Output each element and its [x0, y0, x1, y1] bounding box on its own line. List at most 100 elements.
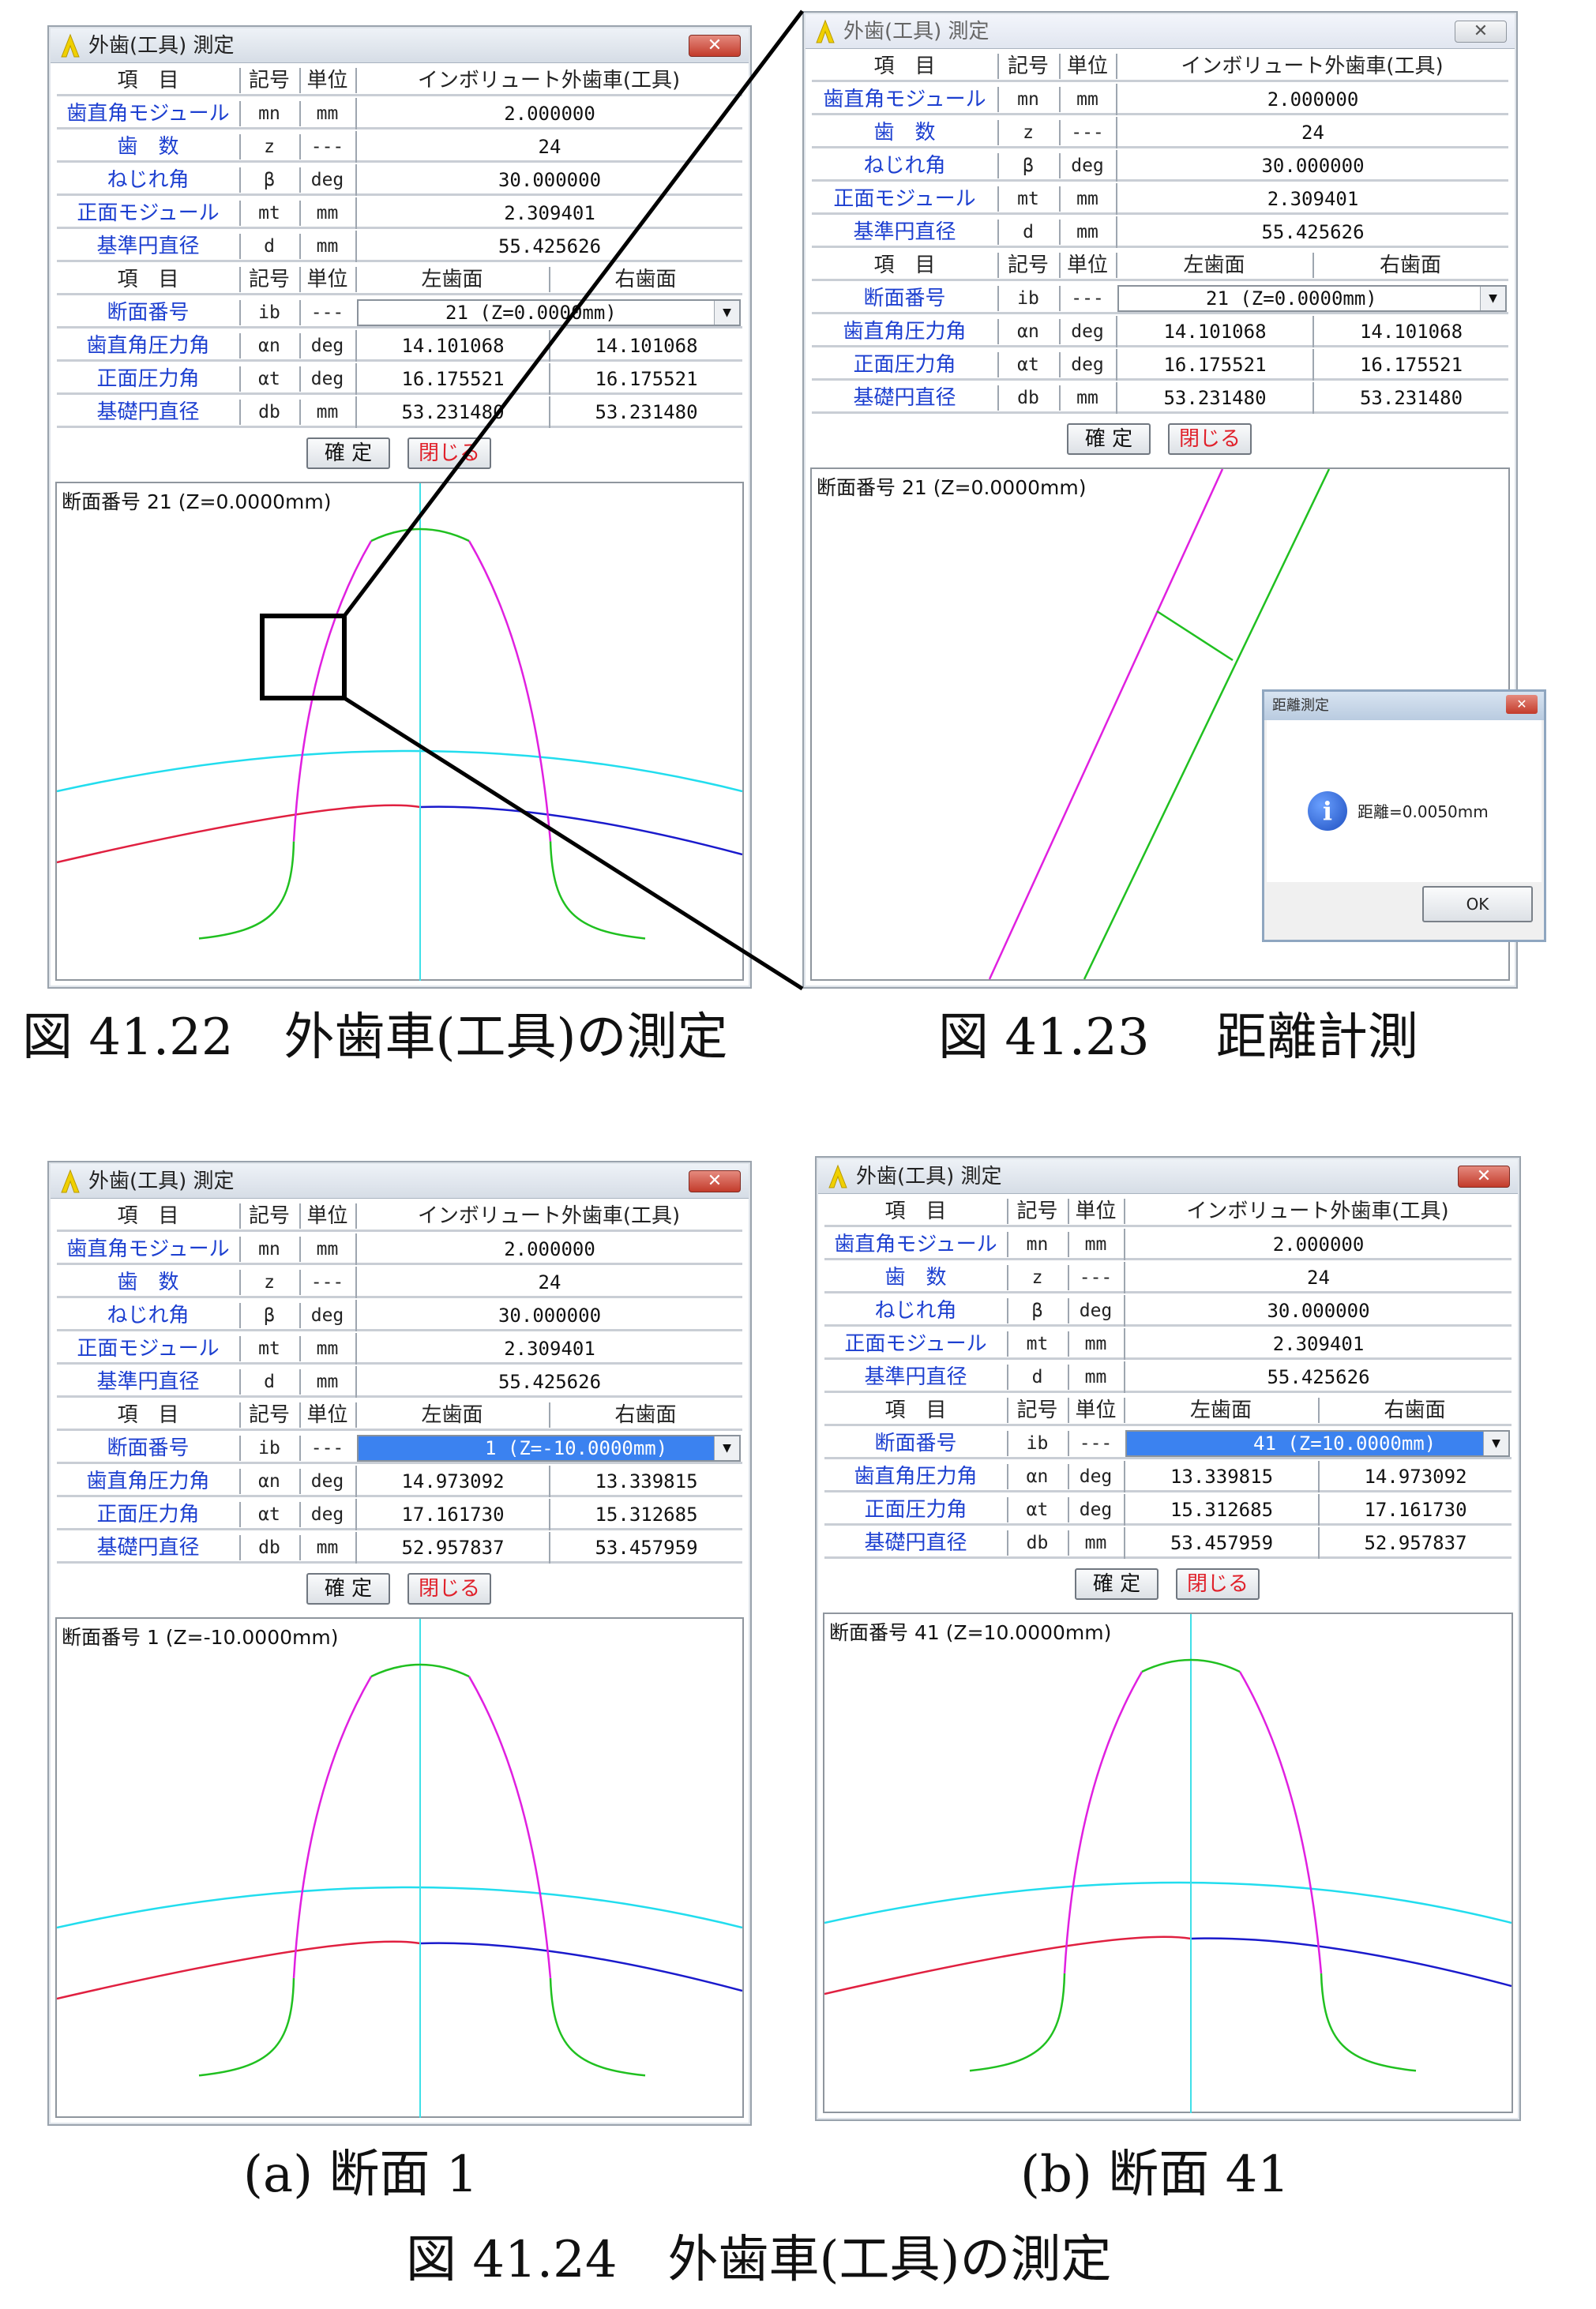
close-window-button[interactable]: ✕ [1455, 21, 1507, 43]
confirm-button[interactable]: 確 定 [306, 437, 390, 469]
close-button[interactable]: 閉じる [1168, 423, 1252, 455]
column-separator [1007, 1464, 1008, 1489]
header-right-flank: 右歯面 [614, 268, 677, 291]
param-unit: --- [1079, 1433, 1113, 1454]
param-unit: mm [316, 1239, 339, 1260]
left-flank-value: 53.457959 [1124, 1527, 1318, 1559]
header-item: 項 目 [873, 253, 936, 277]
column-separator [1068, 1298, 1069, 1323]
app-icon [61, 1169, 80, 1193]
column-separator [1007, 1331, 1008, 1357]
section-select[interactable]: 1 (Z=-10.0000mm) ▼ [357, 1435, 741, 1462]
header-symbol: 記号 [248, 69, 290, 92]
column-separator [1116, 253, 1117, 278]
caption-fig41-24a: (a) 断面 1 [243, 2146, 479, 2204]
column-separator [1068, 1365, 1069, 1390]
param-value: 55.425626 [355, 231, 742, 262]
left-involute-flank [292, 1676, 373, 1979]
param-value: 55.425626 [1124, 1361, 1512, 1393]
right-involute-flank [468, 1676, 552, 1979]
right-flank-value: 16.175521 [1312, 349, 1508, 381]
left-root-fillet [198, 841, 295, 940]
table-row: 歯直角圧力角 αn deg 14.101068 14.101068 [57, 330, 742, 362]
header-item: 項 目 [873, 54, 936, 78]
close-button[interactable]: 閉じる [407, 1573, 491, 1605]
param-symbol: β [1031, 1301, 1043, 1321]
column-separator [997, 286, 999, 311]
header-symbol: 記号 [248, 268, 290, 291]
section-select-value: 21 (Z=0.0000mm) [1206, 287, 1377, 310]
param-label: 歯直角モジュール [66, 1237, 230, 1261]
table-header-row: 項 目 記号 単位 インボリュート外歯車(工具) [57, 1200, 742, 1232]
column-separator [299, 1502, 301, 1527]
chevron-down-icon[interactable]: ▼ [1480, 287, 1505, 310]
param-value: 30.000000 [355, 164, 742, 196]
profile-plot [57, 1619, 742, 2118]
table-row: 歯直角モジュール mn mm 2.000000 [57, 1233, 742, 1265]
dialog-close-button[interactable]: ✕ [1506, 695, 1538, 714]
section-select[interactable]: 21 (Z=0.0000mm) ▼ [357, 299, 741, 326]
table-row: 歯 数 z --- 24 [812, 117, 1508, 148]
right-root-fillet [549, 841, 646, 940]
param-label: 基礎円直径 [96, 400, 200, 424]
column-separator [1059, 120, 1061, 145]
confirm-button[interactable]: 確 定 [306, 1573, 390, 1605]
table-row: 基準円直径 d mm 55.425626 [824, 1361, 1512, 1393]
confirm-button[interactable]: 確 定 [1075, 1568, 1159, 1600]
pitch-circle-arc [824, 1935, 1192, 1996]
close-button[interactable]: 閉じる [407, 437, 491, 469]
tooth-profile-canvas: 断面番号 21 (Z=0.0000mm) [55, 482, 744, 981]
param-label: 歯直角圧力角 [854, 1465, 978, 1489]
param-label: 正面モジュール [77, 201, 220, 225]
column-separator [1007, 1431, 1008, 1456]
param-symbol: db [1026, 1533, 1049, 1553]
column-separator [239, 333, 241, 359]
section-select[interactable]: 41 (Z=10.0000mm) ▼ [1125, 1430, 1510, 1457]
right-root-fillet [1320, 1973, 1417, 2072]
column-separator [997, 186, 999, 212]
param-unit: deg [1079, 1466, 1113, 1487]
column-separator [1068, 1331, 1069, 1357]
column-separator [997, 385, 999, 411]
param-unit: mm [316, 1372, 339, 1392]
column-separator [997, 87, 999, 112]
right-root-fillet [549, 1977, 646, 2077]
chevron-down-icon[interactable]: ▼ [714, 1436, 739, 1460]
param-symbol: z [1023, 122, 1034, 143]
param-unit: --- [310, 137, 344, 157]
param-unit: mm [1084, 1334, 1107, 1354]
right-involute-flank [468, 540, 552, 842]
table-row: 歯直角モジュール mn mm 2.000000 [824, 1229, 1512, 1260]
confirm-button[interactable]: 確 定 [1067, 423, 1151, 455]
column-separator [1059, 286, 1061, 311]
close-button[interactable]: 閉じる [1176, 1568, 1260, 1600]
column-separator [299, 1469, 301, 1494]
close-window-button[interactable]: ✕ [1458, 1166, 1510, 1188]
chevron-down-icon[interactable]: ▼ [1483, 1432, 1508, 1455]
param-symbol: z [1031, 1267, 1043, 1288]
param-unit: mm [1084, 1234, 1107, 1255]
column-separator [1059, 87, 1061, 112]
param-value: 30.000000 [355, 1300, 742, 1331]
header-item: 項 目 [884, 1200, 947, 1223]
column-separator [997, 120, 999, 145]
header-item: 項 目 [117, 1204, 179, 1228]
dialog-ok-button[interactable]: OK [1422, 886, 1533, 922]
table-row: 歯直角圧力角 αn deg 13.339815 14.973092 [824, 1461, 1512, 1492]
param-unit: deg [310, 170, 344, 190]
param-unit: --- [1079, 1267, 1113, 1288]
header-symbol: 記号 [248, 1204, 290, 1228]
column-separator [239, 1237, 241, 1262]
base-circle-arc [1190, 1937, 1512, 1988]
param-label: 断面番号 [874, 1432, 957, 1455]
param-label: 正面モジュール [844, 1332, 987, 1356]
section-select[interactable]: 21 (Z=0.0000mm) ▼ [1117, 285, 1507, 312]
close-window-button[interactable]: ✕ [689, 1170, 741, 1192]
column-separator [1068, 1265, 1069, 1290]
param-label: 歯直角圧力角 [86, 334, 210, 358]
chevron-down-icon[interactable]: ▼ [714, 301, 739, 325]
header-symbol: 記号 [248, 1403, 290, 1427]
param-label: ねじれ角 [107, 168, 190, 192]
window-titlebar: 外歯(工具) 測定 ✕ [51, 1164, 749, 1199]
close-window-button[interactable]: ✕ [689, 35, 741, 57]
